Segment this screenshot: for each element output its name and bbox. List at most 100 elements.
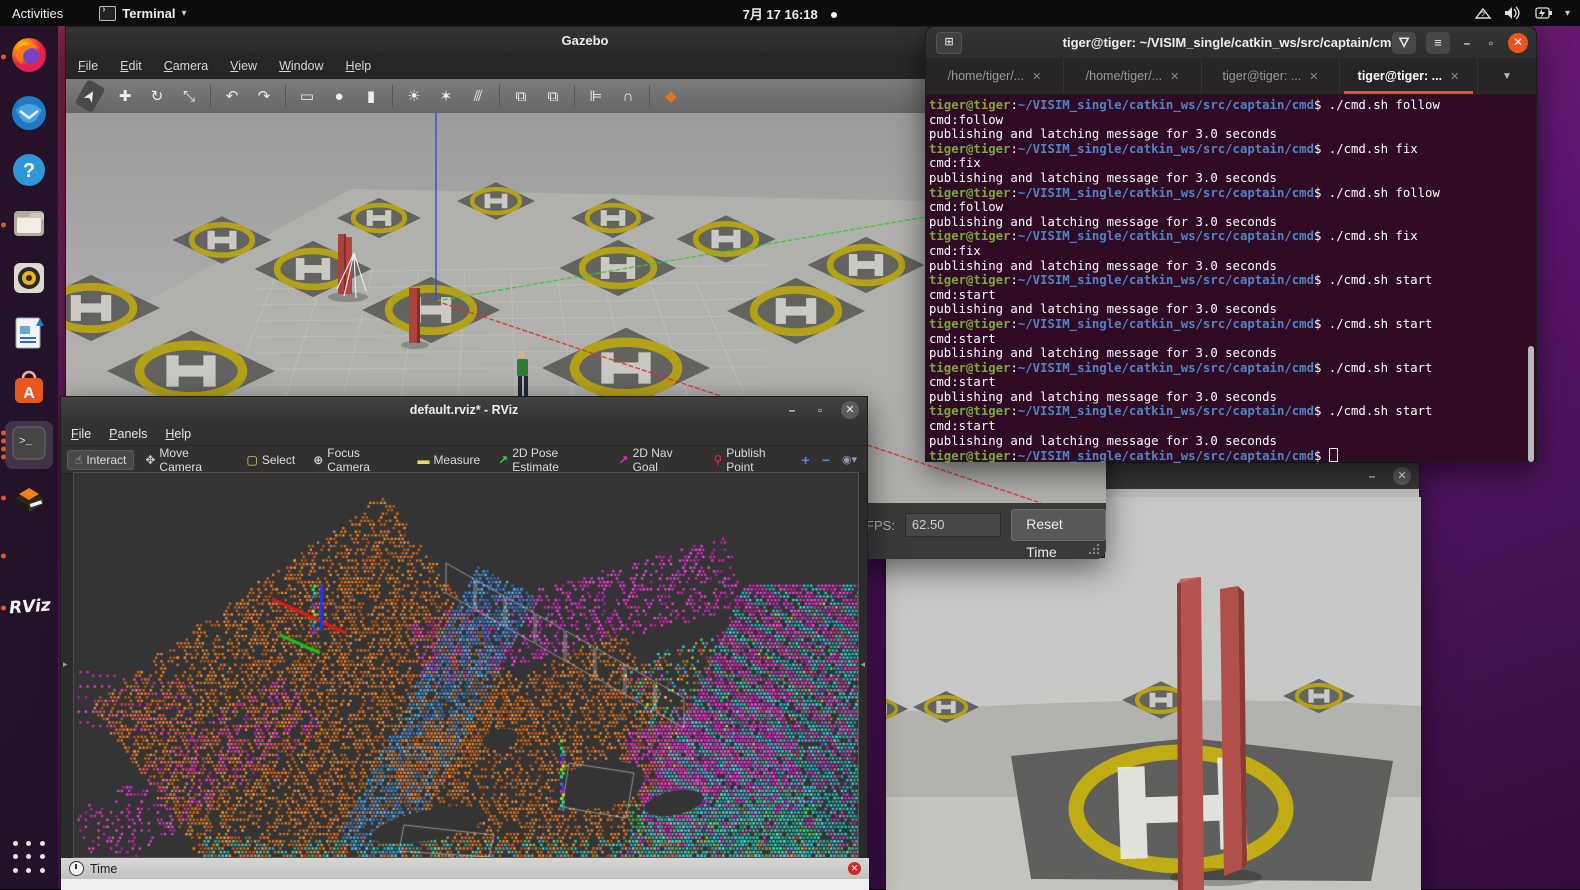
remove-tool-button[interactable]: − <box>822 452 830 468</box>
terminal-tab[interactable]: /home/tiger/...✕ <box>926 58 1064 94</box>
close-tab-icon[interactable]: ✕ <box>1450 70 1459 83</box>
activities-button[interactable]: Activities <box>12 6 63 21</box>
time-panel-header[interactable]: Time ✕ <box>61 858 869 879</box>
gazebo-menu-help[interactable]: Help <box>346 59 372 73</box>
running-indicator <box>1 606 6 611</box>
rviz-menu-panels[interactable]: Panels <box>109 427 147 441</box>
redo-icon[interactable]: ↷ <box>253 87 275 105</box>
camera-icon[interactable]: ◉▾ <box>842 453 857 466</box>
gazebo-menu-file[interactable]: File <box>78 59 98 73</box>
close-tab-icon[interactable]: ✕ <box>1309 70 1318 83</box>
maximize-button[interactable]: ▫ <box>1484 36 1498 50</box>
tool-focus-camera-button[interactable]: ⊕Focus Camera <box>306 444 406 476</box>
close-panel-icon[interactable]: ✕ <box>848 862 861 875</box>
sphere-icon[interactable]: ● <box>328 88 350 105</box>
svg-text:>_: >_ <box>19 436 33 448</box>
close-icon[interactable]: ✕ <box>841 401 859 419</box>
publish-point-icon: ⚲ <box>713 453 722 467</box>
select-arrow-icon[interactable]: ➤ <box>74 79 105 113</box>
dock-item-rviz[interactable]: RViz <box>5 584 53 632</box>
close-tab-icon[interactable]: ✕ <box>1170 70 1179 83</box>
snap-icon[interactable]: ∩ <box>617 88 639 105</box>
reset-time-button[interactable]: Reset Time <box>1011 509 1106 541</box>
terminal-line: publishing and latching message for 3.0 … <box>929 302 1536 317</box>
panel-expand-left-icon[interactable]: ▸ <box>63 659 68 670</box>
point-light-icon[interactable]: ☀ <box>403 87 425 105</box>
terminal-tab[interactable]: /home/tiger/...✕ <box>1064 58 1202 94</box>
dock-item-files[interactable] <box>5 201 53 249</box>
panel-expand-right-icon[interactable]: ◂ <box>860 659 865 670</box>
dock-item-help[interactable]: ? <box>5 148 53 196</box>
paste-icon[interactable]: ⧉ <box>542 88 564 105</box>
gazebo-menu-view[interactable]: View <box>230 59 257 73</box>
dock-item-firefox[interactable] <box>5 33 53 81</box>
spot-light-icon[interactable]: ✶ <box>435 87 457 105</box>
gazebo-menu-camera[interactable]: Camera <box>164 59 208 73</box>
prompt-path: ~/VISIM_single/catkin_ws/src/captain/cmd <box>1018 449 1314 463</box>
tool-measure-button[interactable]: ▬Measure <box>410 451 487 469</box>
app-menu[interactable]: Terminal ▾ <box>99 6 186 21</box>
files-icon <box>10 204 48 247</box>
fps-value-field[interactable]: 62.50 <box>905 513 1001 537</box>
gazebo-menu-window[interactable]: Window <box>279 59 323 73</box>
view-angle-icon[interactable]: ◆ <box>660 87 682 105</box>
menu-icon[interactable]: ≡ <box>1426 32 1450 54</box>
gazebo-menu-edit[interactable]: Edit <box>120 59 142 73</box>
show-applications-button[interactable] <box>11 839 47 875</box>
resize-grip[interactable] <box>1088 543 1100 555</box>
copy-icon[interactable]: ⧉ <box>510 88 532 105</box>
clock-icon <box>69 861 84 876</box>
tool-2d-pose-estimate-button[interactable]: ↗2D Pose Estimate <box>491 444 607 476</box>
add-tool-button[interactable]: + <box>802 452 810 468</box>
dock-item-rhythmbox[interactable] <box>5 256 53 304</box>
clock[interactable]: 7月 17 16:18 <box>743 7 818 22</box>
system-status-area[interactable]: ? ▾ <box>1474 6 1570 20</box>
dock-item-terminal[interactable]: >_ <box>5 421 53 469</box>
search-icon[interactable]: 🜄 <box>1392 32 1416 54</box>
toolbar-separator <box>210 85 211 107</box>
close-icon[interactable]: ✕ <box>1393 467 1411 485</box>
dock-item-thunderbird[interactable] <box>5 91 53 139</box>
terminal-titlebar[interactable]: ⊞ tiger@tiger: ~/VISIM_single/catkin_ws/… <box>926 27 1536 58</box>
terminal-line: publishing and latching message for 3.0 … <box>929 346 1536 361</box>
terminal-output[interactable]: tiger@tiger:~/VISIM_single/catkin_ws/src… <box>926 95 1536 466</box>
terminal-tab[interactable]: tiger@tiger: ... ✕ <box>1202 58 1340 94</box>
translate-icon[interactable]: ✚ <box>114 87 136 105</box>
tab-list-dropdown-icon[interactable]: ▼ <box>1478 58 1536 94</box>
minimize-button[interactable]: – <box>1460 36 1474 50</box>
directional-light-icon[interactable]: ⫻ <box>467 88 489 105</box>
align-icon[interactable]: ⊫ <box>585 87 607 105</box>
measure-icon: ▬ <box>417 453 429 467</box>
new-tab-button[interactable]: ⊞ <box>936 32 962 54</box>
undo-icon[interactable]: ↶ <box>221 87 243 105</box>
rotate-icon[interactable]: ↻ <box>146 87 168 105</box>
tool-2d-nav-goal-button[interactable]: ↗2D Nav Goal <box>612 444 703 476</box>
rviz-titlebar[interactable]: default.rviz* - RViz – ▫ ✕ <box>61 397 867 422</box>
dock-item-gazebo[interactable] <box>5 474 53 522</box>
terminal-line: tiger@tiger:~/VISIM_single/catkin_ws/src… <box>929 186 1536 201</box>
tool-publish-point-button[interactable]: ⚲Publish Point <box>706 444 797 476</box>
cylinder-icon[interactable]: ▮ <box>360 87 382 105</box>
notification-dot <box>831 12 837 18</box>
box-icon[interactable]: ▭ <box>296 87 318 105</box>
terminal-scrollbar[interactable] <box>1528 346 1534 462</box>
tool-select-button[interactable]: ▢Select <box>239 451 302 469</box>
rviz-menu-file[interactable]: File <box>71 427 91 441</box>
dock-item-libreoffice-writer[interactable] <box>5 311 53 359</box>
dock-item-ubuntu-software[interactable]: A <box>5 366 53 414</box>
minimize-button[interactable]: – <box>1365 469 1379 483</box>
tab-label: tiger@tiger: ... <box>1223 69 1302 83</box>
tool-interact-button[interactable]: ☝Interact <box>67 450 134 470</box>
close-icon[interactable]: ✕ <box>1508 33 1528 53</box>
maximize-button[interactable]: ▫ <box>813 403 827 417</box>
rviz-menu-help[interactable]: Help <box>165 427 191 441</box>
command-text: ./cmd.sh follow <box>1329 98 1440 112</box>
dock-item-unknown-app[interactable] <box>5 532 53 580</box>
tool-move-camera-button[interactable]: ✥Move Camera <box>138 444 235 476</box>
running-indicator <box>1 554 6 559</box>
minimize-button[interactable]: – <box>785 403 799 417</box>
terminal-tab[interactable]: tiger@tiger: ...✕ <box>1340 58 1478 94</box>
scale-icon[interactable]: ⤡ <box>178 88 200 105</box>
close-tab-icon[interactable]: ✕ <box>1032 70 1041 83</box>
rviz-3d-view[interactable] <box>73 472 859 858</box>
